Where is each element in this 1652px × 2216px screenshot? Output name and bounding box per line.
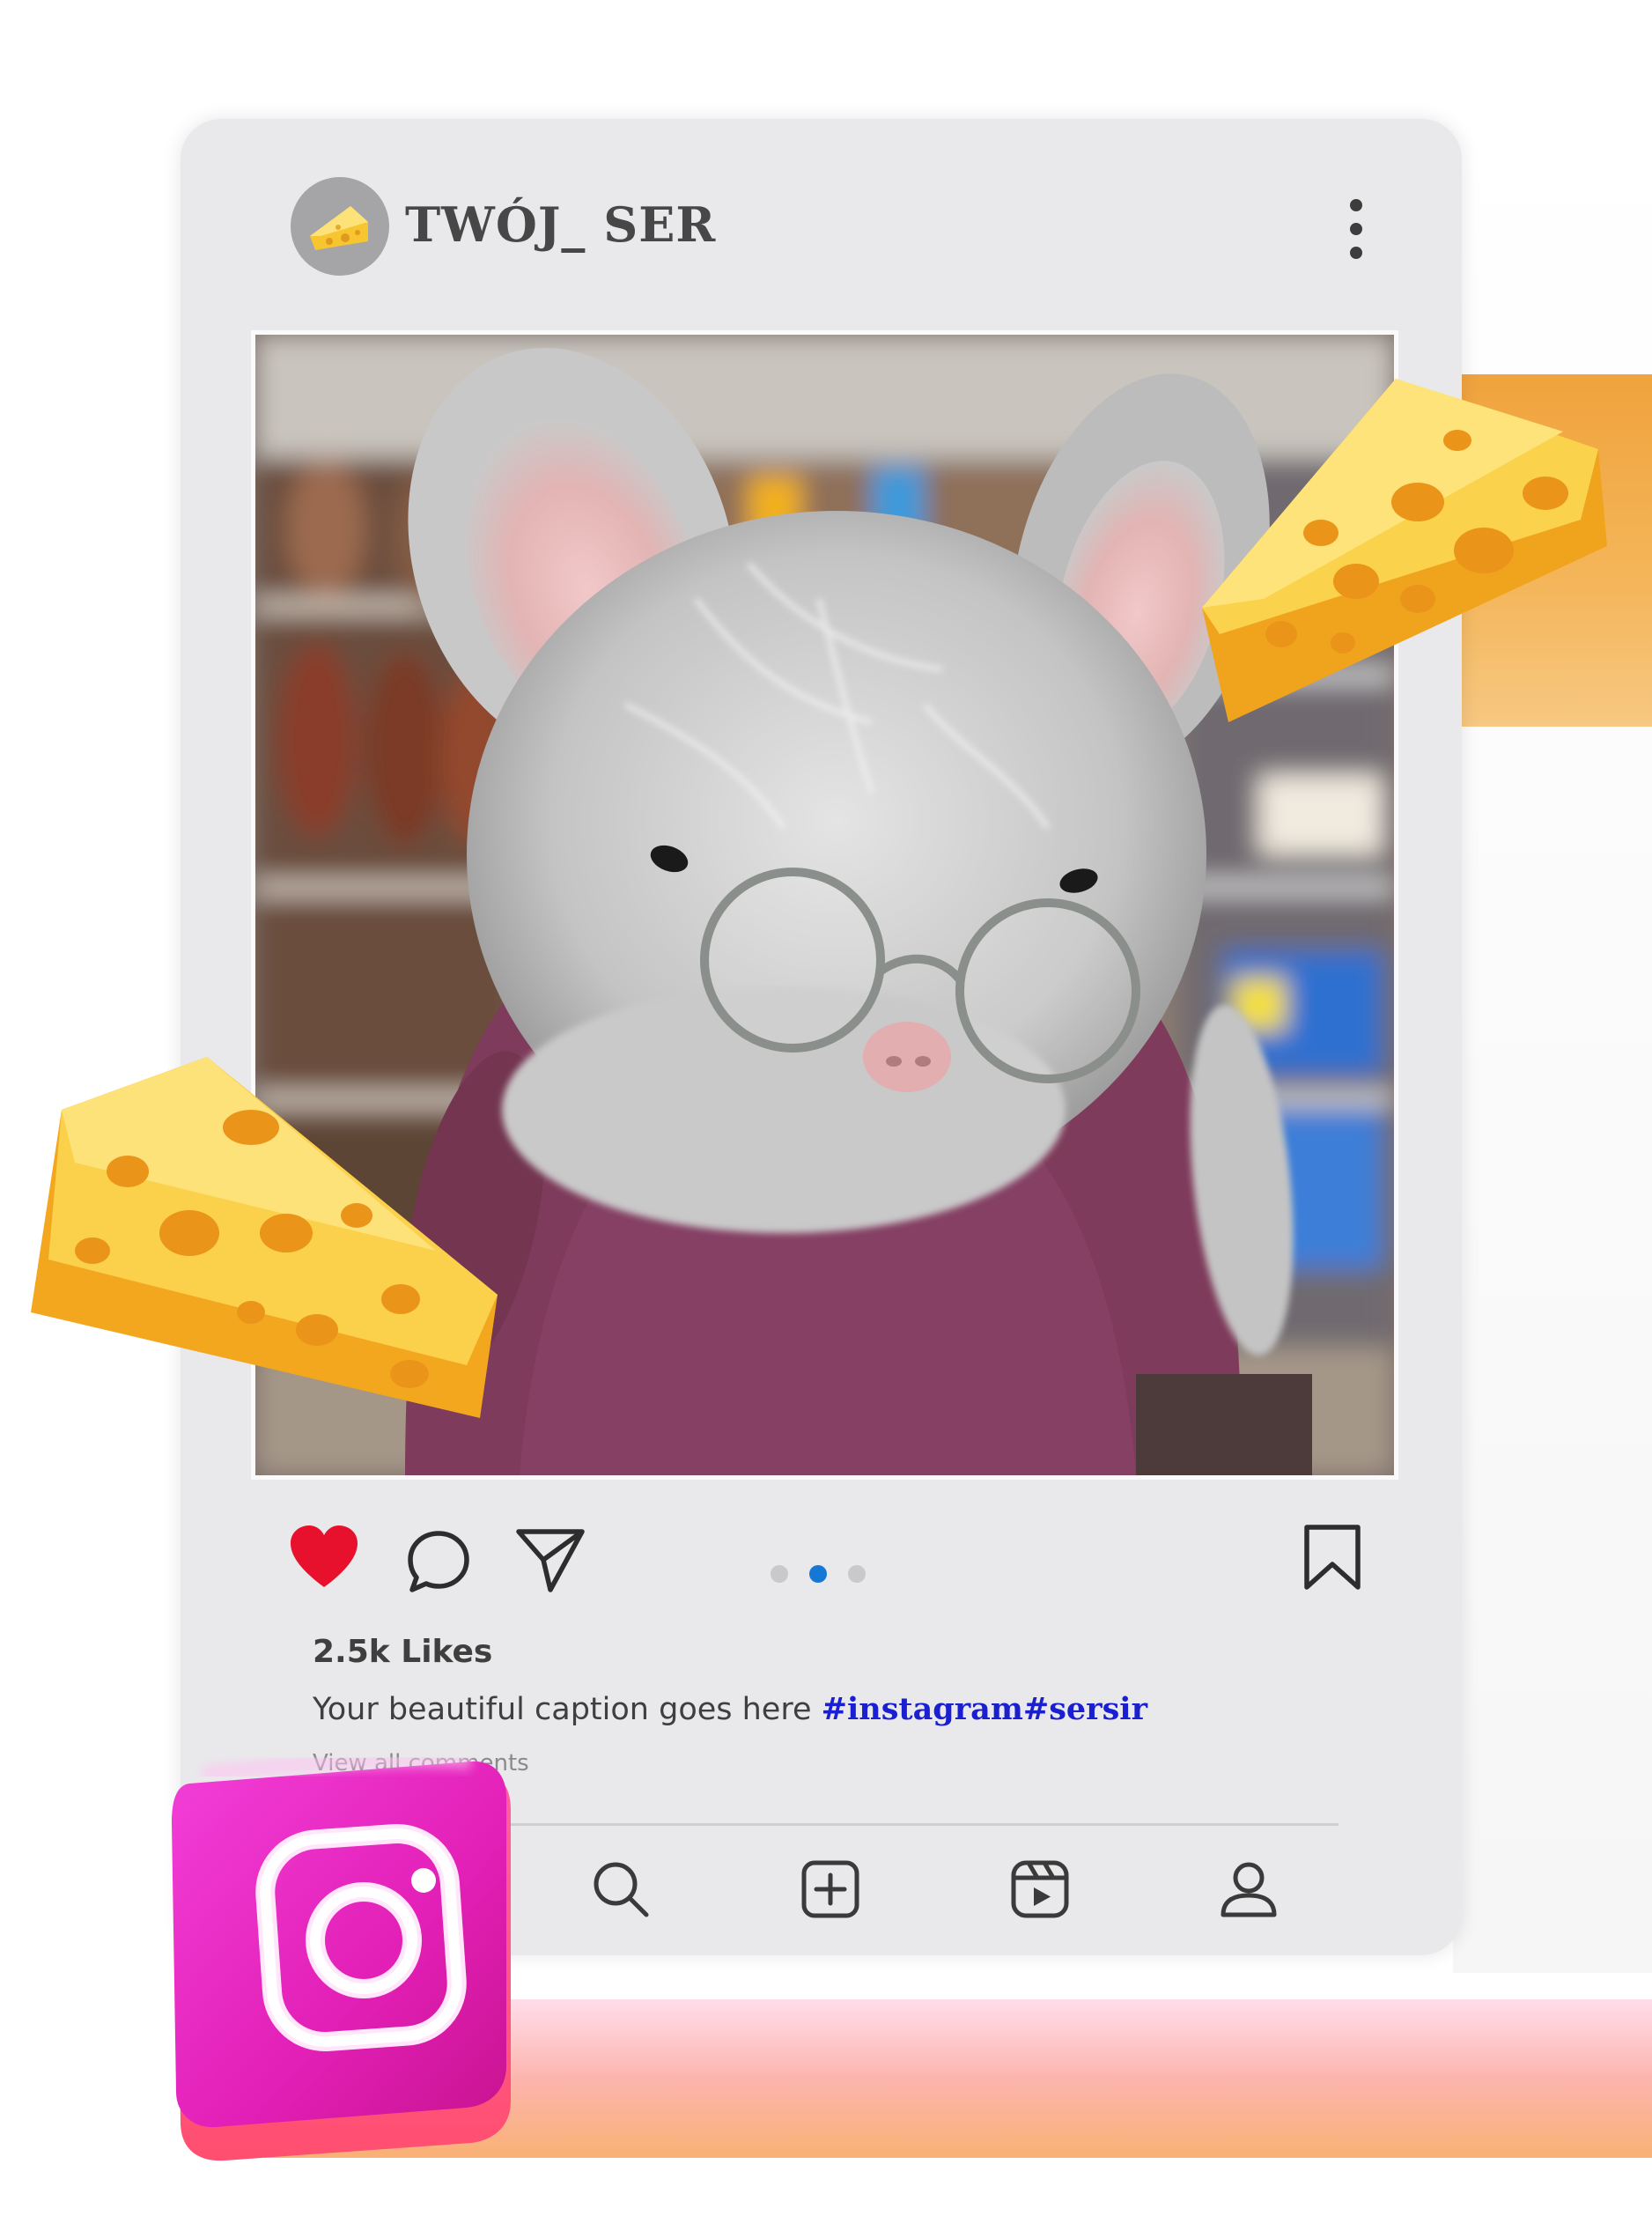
- avatar[interactable]: [291, 177, 389, 276]
- caption-text: Your beautiful caption goes here: [313, 1692, 822, 1727]
- hashtags[interactable]: #instagram#sersir: [822, 1691, 1147, 1727]
- carousel-dot-active[interactable]: [809, 1565, 827, 1583]
- add-post-icon[interactable]: [800, 1858, 861, 1924]
- carousel-dot[interactable]: [771, 1565, 788, 1583]
- instagram-logo-icon: [163, 1748, 515, 2166]
- caption: Your beautiful caption goes here #instag…: [313, 1691, 1147, 1727]
- username[interactable]: TWÓJ_ SER: [405, 196, 716, 253]
- share-icon[interactable]: [515, 1526, 586, 1597]
- likes-count[interactable]: 2.5k Likes: [313, 1634, 492, 1670]
- cheese-icon: [310, 206, 368, 250]
- more-options-icon[interactable]: [1330, 189, 1383, 269]
- post-actions: [181, 1524, 1462, 1603]
- profile-icon[interactable]: [1218, 1858, 1280, 1924]
- cheese-icon: [22, 1048, 502, 1430]
- cheese-icon: [1193, 370, 1607, 726]
- bookmark-icon[interactable]: [1302, 1524, 1363, 1594]
- comment-icon[interactable]: [405, 1528, 472, 1599]
- carousel-dot[interactable]: [848, 1565, 866, 1583]
- reels-icon[interactable]: [1009, 1858, 1071, 1924]
- heart-icon[interactable]: [289, 1524, 359, 1593]
- search-icon[interactable]: [590, 1858, 652, 1924]
